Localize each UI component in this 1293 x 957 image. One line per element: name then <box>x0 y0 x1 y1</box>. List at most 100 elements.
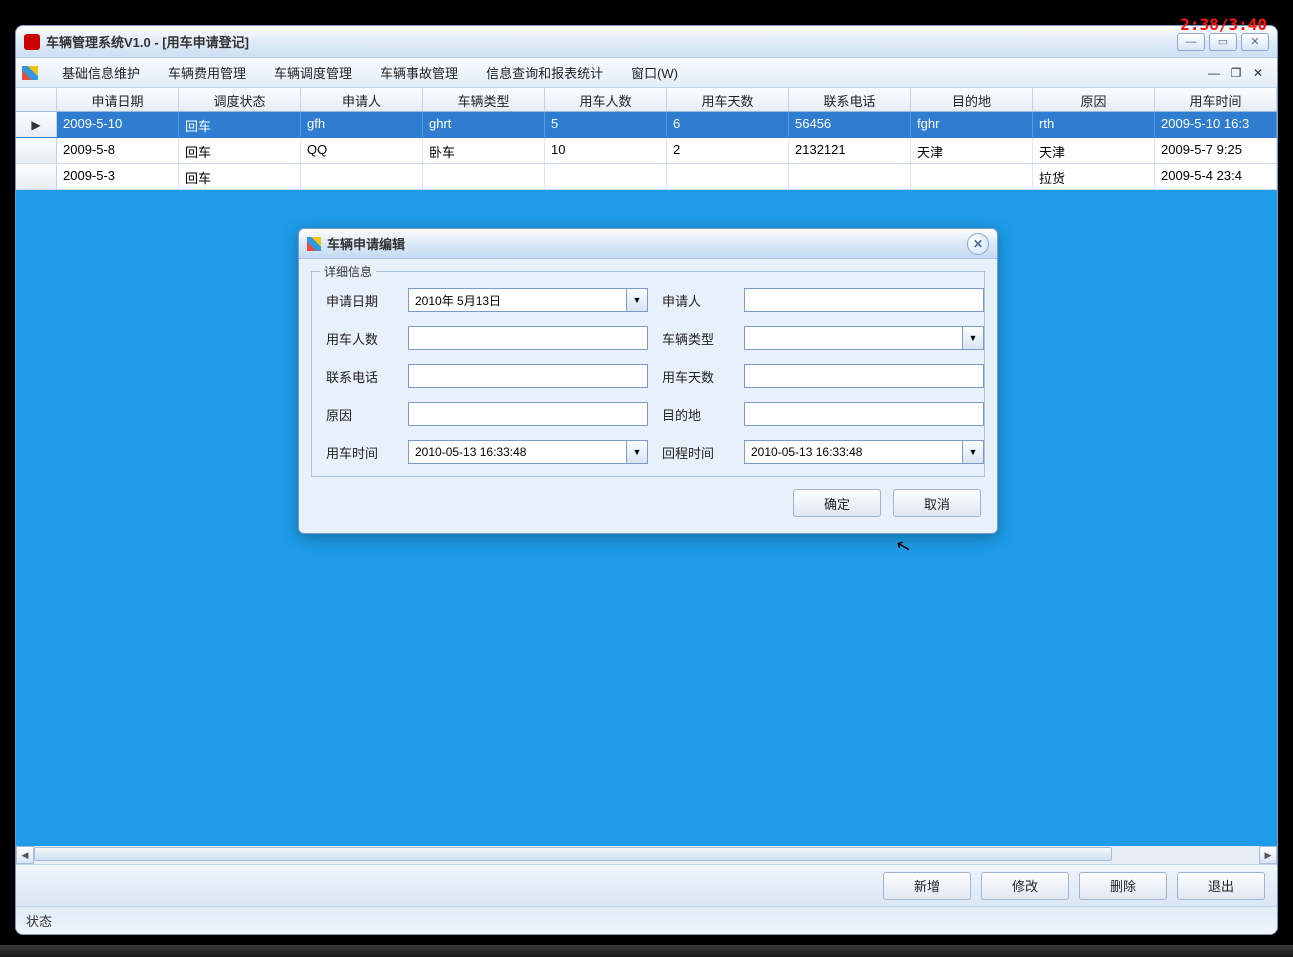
label-phone: 联系电话 <box>326 367 394 386</box>
input-apply-date[interactable] <box>408 288 626 312</box>
dialog-body: 详细信息 申请日期 ▼ 申请人 用车人数 车辆类型 ▼ <box>299 259 997 533</box>
mdi-close[interactable]: ✕ <box>1249 65 1267 81</box>
grid-cell[interactable]: 天津 <box>911 138 1033 163</box>
table-row[interactable]: ▶2009-5-10回车gfhghrt5656456fghrrth2009-5-… <box>16 112 1277 138</box>
table-row[interactable]: 2009-5-3回车 拉货2009-5-4 23:4 <box>16 164 1277 190</box>
dialog-close-button[interactable]: ✕ <box>967 233 989 255</box>
input-applicant[interactable] <box>744 288 984 312</box>
row-selector-header[interactable] <box>16 88 57 111</box>
ok-button[interactable]: 确定 <box>793 489 881 517</box>
menu-basic-info[interactable]: 基础信息维护 <box>48 59 154 86</box>
col-destination[interactable]: 目的地 <box>911 88 1033 111</box>
grid-cell[interactable]: 回车 <box>179 164 301 189</box>
horizontal-scrollbar[interactable]: ◀ ▶ <box>16 846 1277 864</box>
video-time-overlay: 2:38/3:40 <box>1180 15 1267 34</box>
grid-cell[interactable]: 2009-5-10 <box>57 112 179 137</box>
close-button[interactable]: ✕ <box>1241 33 1269 51</box>
label-passengers: 用车人数 <box>326 329 394 348</box>
maximize-button[interactable]: ▭ <box>1209 33 1237 51</box>
col-use-time[interactable]: 用车时间 <box>1155 88 1277 111</box>
grid-cell[interactable]: rth <box>1033 112 1155 137</box>
col-passenger-count[interactable]: 用车人数 <box>545 88 667 111</box>
grid-cell[interactable] <box>667 164 789 189</box>
grid-cell[interactable]: 2009-5-4 23:4 <box>1155 164 1277 189</box>
grid-cell[interactable]: 2 <box>667 138 789 163</box>
menu-query-reports[interactable]: 信息查询和报表统计 <box>472 59 617 86</box>
return-time-dropdown[interactable]: ▼ <box>962 440 984 464</box>
label-applicant: 申请人 <box>662 291 730 310</box>
input-return-time[interactable] <box>744 440 962 464</box>
main-titlebar[interactable]: 车辆管理系统V1.0 - [用车申请登记] — ▭ ✕ <box>16 26 1277 58</box>
menu-window[interactable]: 窗口(W) <box>617 59 692 86</box>
minimize-button[interactable]: — <box>1177 33 1205 51</box>
grid-cell[interactable]: 5 <box>545 112 667 137</box>
input-days[interactable] <box>744 364 984 388</box>
menu-cost-mgmt[interactable]: 车辆费用管理 <box>154 59 260 86</box>
taskbar[interactable] <box>0 945 1293 957</box>
menu-accident-mgmt[interactable]: 车辆事故管理 <box>366 59 472 86</box>
menu-app-icon <box>22 66 38 80</box>
cancel-button[interactable]: 取消 <box>893 489 981 517</box>
grid-cell[interactable] <box>423 164 545 189</box>
delete-button[interactable]: 删除 <box>1079 872 1167 900</box>
grid-cell[interactable]: 拉货 <box>1033 164 1155 189</box>
scroll-track[interactable] <box>34 846 1259 864</box>
grid-cell[interactable] <box>789 164 911 189</box>
add-button[interactable]: 新增 <box>883 872 971 900</box>
scroll-thumb[interactable] <box>34 847 1112 861</box>
row-selector[interactable] <box>16 138 57 163</box>
input-vehicle-type[interactable] <box>744 326 962 350</box>
col-use-days[interactable]: 用车天数 <box>667 88 789 111</box>
grid-cell[interactable]: fghr <box>911 112 1033 137</box>
table-row[interactable]: 2009-5-8回车QQ卧车1022132121天津天津2009-5-7 9:2… <box>16 138 1277 164</box>
grid-cell[interactable]: 回车 <box>179 138 301 163</box>
statusbar: 状态 <box>16 906 1277 934</box>
detail-groupbox: 详细信息 申请日期 ▼ 申请人 用车人数 车辆类型 ▼ <box>311 271 985 477</box>
label-apply-date: 申请日期 <box>326 291 394 310</box>
input-phone[interactable] <box>408 364 648 388</box>
col-vehicle-type[interactable]: 车辆类型 <box>423 88 545 111</box>
grid-cell[interactable]: gfh <box>301 112 423 137</box>
row-selector[interactable] <box>16 164 57 189</box>
grid-cell[interactable] <box>911 164 1033 189</box>
row-selector[interactable]: ▶ <box>16 112 57 137</box>
grid-cell[interactable]: 6 <box>667 112 789 137</box>
label-reason: 原因 <box>326 405 394 424</box>
grid-cell[interactable] <box>545 164 667 189</box>
scroll-right-button[interactable]: ▶ <box>1259 846 1277 864</box>
apply-date-dropdown[interactable]: ▼ <box>626 288 648 312</box>
menubar: 基础信息维护 车辆费用管理 车辆调度管理 车辆事故管理 信息查询和报表统计 窗口… <box>16 58 1277 88</box>
scroll-left-button[interactable]: ◀ <box>16 846 34 864</box>
col-applicant[interactable]: 申请人 <box>301 88 423 111</box>
grid-cell[interactable] <box>301 164 423 189</box>
dialog-titlebar[interactable]: 车辆申请编辑 ✕ <box>299 229 997 259</box>
mdi-minimize[interactable]: — <box>1205 65 1223 81</box>
grid-cell[interactable]: 56456 <box>789 112 911 137</box>
col-phone[interactable]: 联系电话 <box>789 88 911 111</box>
input-destination[interactable] <box>744 402 984 426</box>
grid-cell[interactable]: 天津 <box>1033 138 1155 163</box>
grid-cell[interactable]: 2132121 <box>789 138 911 163</box>
col-apply-date[interactable]: 申请日期 <box>57 88 179 111</box>
grid-cell[interactable]: 2009-5-7 9:25 <box>1155 138 1277 163</box>
grid-cell[interactable]: ghrt <box>423 112 545 137</box>
grid-cell[interactable]: 卧车 <box>423 138 545 163</box>
col-reason[interactable]: 原因 <box>1033 88 1155 111</box>
menu-dispatch-mgmt[interactable]: 车辆调度管理 <box>260 59 366 86</box>
input-reason[interactable] <box>408 402 648 426</box>
grid-cell[interactable]: 2009-5-8 <box>57 138 179 163</box>
col-dispatch-status[interactable]: 调度状态 <box>179 88 301 111</box>
use-time-dropdown[interactable]: ▼ <box>626 440 648 464</box>
grid-cell[interactable]: 2009-5-10 16:3 <box>1155 112 1277 137</box>
grid-cell[interactable]: QQ <box>301 138 423 163</box>
edit-button[interactable]: 修改 <box>981 872 1069 900</box>
grid-cell[interactable]: 10 <box>545 138 667 163</box>
grid-cell[interactable]: 2009-5-3 <box>57 164 179 189</box>
mdi-restore[interactable]: ❐ <box>1227 65 1245 81</box>
input-passengers[interactable] <box>408 326 648 350</box>
grid-cell[interactable]: 回车 <box>179 112 301 137</box>
exit-button[interactable]: 退出 <box>1177 872 1265 900</box>
vehicle-type-dropdown[interactable]: ▼ <box>962 326 984 350</box>
input-use-time[interactable] <box>408 440 626 464</box>
groupbox-title: 详细信息 <box>320 263 376 280</box>
